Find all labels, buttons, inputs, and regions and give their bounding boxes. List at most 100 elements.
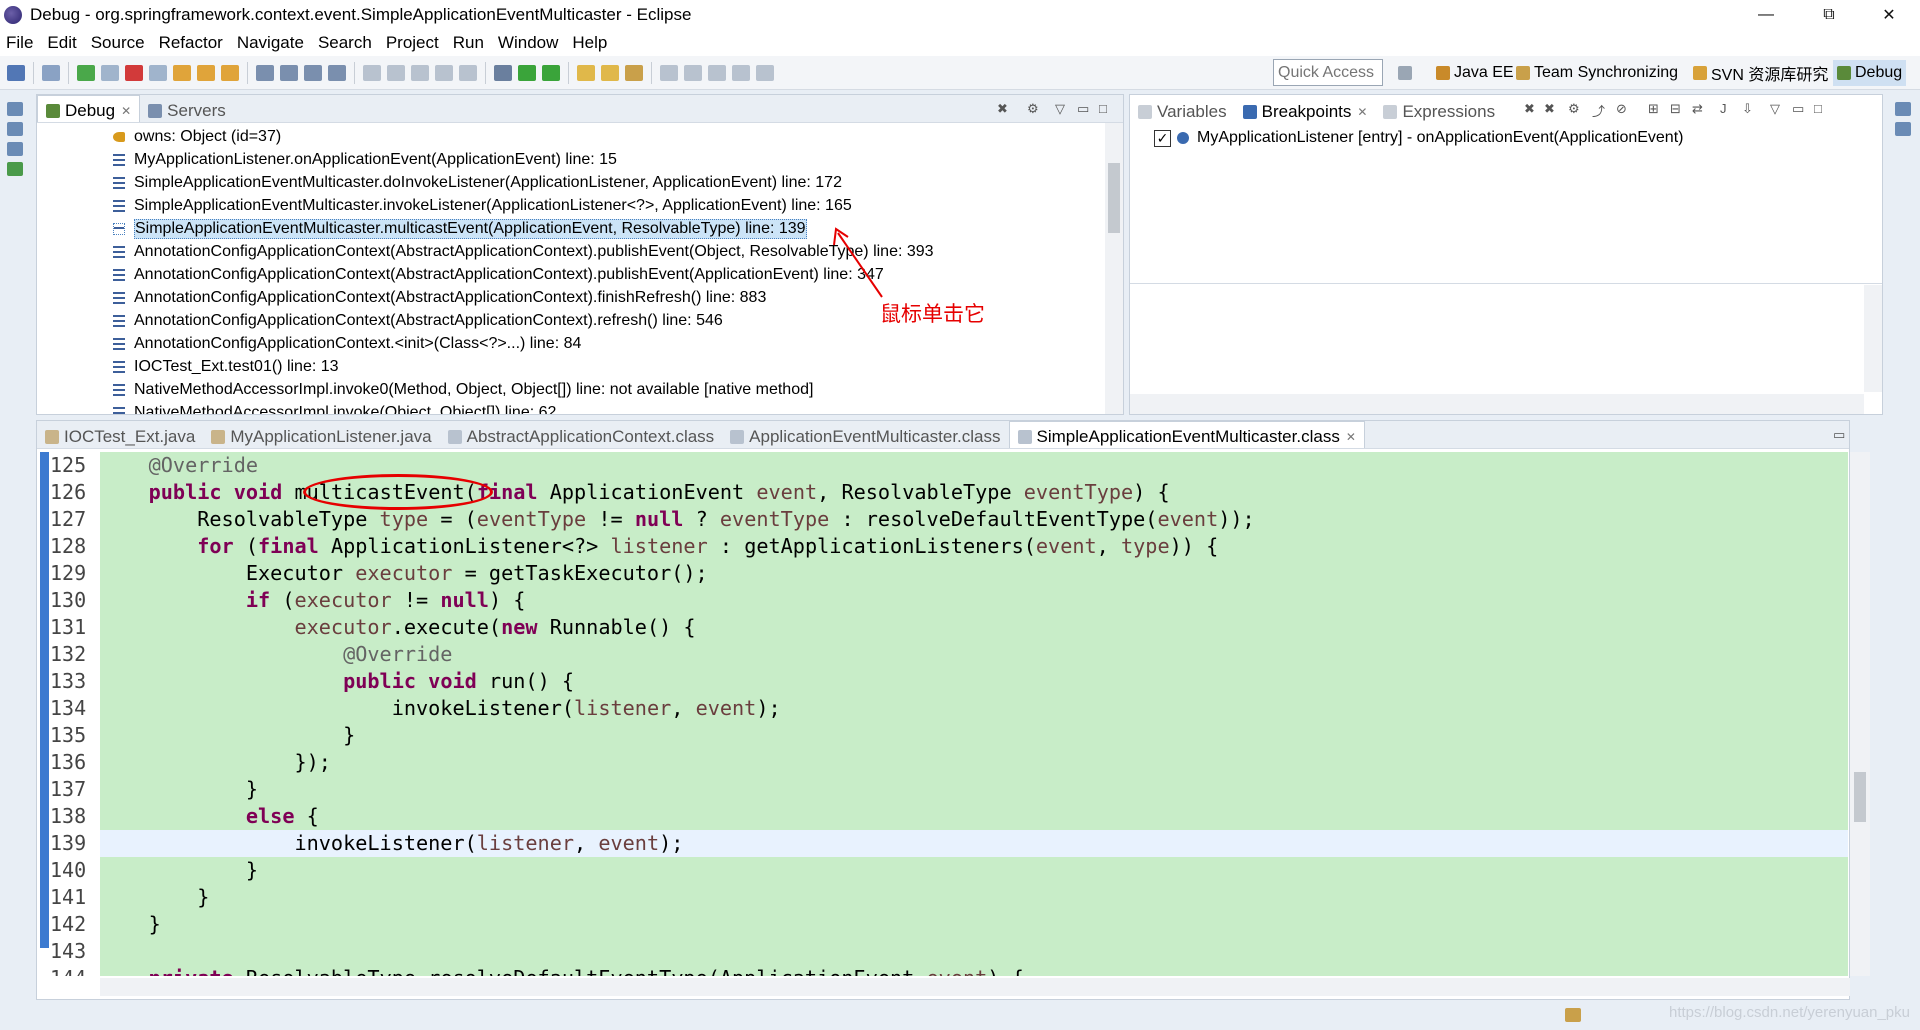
scrollbar-thumb[interactable] — [1854, 772, 1866, 822]
close-button[interactable]: ✕ — [1866, 0, 1912, 30]
toggle-icon[interactable] — [387, 64, 405, 81]
resume-icon[interactable] — [77, 64, 95, 81]
menu-refactor[interactable]: Refactor — [159, 33, 223, 53]
tab-application-event-multicaster[interactable]: ApplicationEventMulticaster.class — [722, 421, 1008, 448]
toggle-icon[interactable] — [459, 64, 477, 81]
open-task-icon[interactable] — [601, 64, 619, 81]
toggle-icon[interactable] — [411, 64, 429, 81]
step-return-icon[interactable] — [221, 64, 239, 81]
expand-all-icon[interactable]: ⊞ — [1648, 101, 1659, 117]
debug-vertical-scrollbar[interactable] — [1105, 123, 1123, 414]
java-exception-icon[interactable]: J — [1720, 101, 1727, 116]
details-vertical-scrollbar[interactable] — [1864, 285, 1882, 392]
remove-all-icon[interactable]: ✖ — [1544, 101, 1555, 117]
stack-frame[interactable]: SimpleApplicationEventMulticaster.doInvo… — [113, 171, 1099, 194]
debug-config-icon[interactable] — [494, 64, 512, 81]
breakpoint-item[interactable]: ✓ MyApplicationListener [entry] - onAppl… — [1154, 129, 1683, 147]
restore-icon[interactable] — [1895, 102, 1911, 116]
minimize-icon[interactable]: ▭ — [1792, 101, 1804, 117]
editor-horizontal-scrollbar[interactable] — [100, 978, 1850, 996]
menu-search[interactable]: Search — [318, 33, 372, 53]
close-icon[interactable]: ✕ — [121, 104, 131, 118]
menu-help[interactable]: Help — [572, 33, 607, 53]
tab-debug[interactable]: Debug ✕ — [37, 95, 141, 122]
tab-abstract-application-context[interactable]: AbstractApplicationContext.class — [440, 421, 723, 448]
link-icon[interactable]: ⇄ — [1692, 101, 1703, 117]
editor-vertical-scrollbar[interactable] — [1850, 452, 1870, 976]
suspend-icon[interactable] — [101, 64, 119, 81]
menu-run[interactable]: Run — [453, 33, 484, 53]
collapse-all-icon[interactable]: ⊟ — [1670, 101, 1681, 117]
scrollbar-thumb[interactable] — [1108, 163, 1120, 233]
next-annotation-icon[interactable] — [756, 64, 774, 81]
menu-project[interactable]: Project — [386, 33, 439, 53]
table-icon[interactable] — [7, 162, 23, 176]
console-icon[interactable] — [7, 122, 23, 136]
disconnect-icon[interactable] — [149, 64, 167, 81]
menu-source[interactable]: Source — [91, 33, 145, 53]
stack-frame[interactable]: IOCTest_Ext.test01() line: 13 — [113, 355, 1099, 378]
skip-all-icon[interactable]: ⊘ — [1616, 101, 1627, 117]
tab-my-application-listener[interactable]: MyApplicationListener.java — [203, 421, 439, 448]
stack-frame[interactable]: SimpleApplicationEventMulticaster.invoke… — [113, 194, 1099, 217]
stack-frame[interactable]: NativeMethodAccessorImpl.invoke0(Method,… — [113, 378, 1099, 401]
pin-icon[interactable] — [684, 64, 702, 81]
open-perspective-button[interactable] — [1398, 60, 1416, 86]
use-step-filters-icon[interactable] — [280, 64, 298, 81]
perspective-debug[interactable]: Debug — [1833, 60, 1907, 86]
code-editor[interactable]: 125 126 127 128 129 130 131 132 133 134 … — [40, 452, 1848, 976]
terminate-icon[interactable] — [125, 64, 143, 81]
status-icon[interactable] — [1565, 1008, 1581, 1022]
perspective-java-ee[interactable]: Java EE — [1436, 60, 1514, 86]
menu-navigate[interactable]: Navigate — [237, 33, 304, 53]
step-over-icon[interactable] — [197, 64, 215, 81]
remove-terminated-icon[interactable]: ✖ — [997, 101, 1008, 117]
details-horizontal-scrollbar[interactable] — [1130, 394, 1864, 414]
breakpoint-checkbox[interactable]: ✓ — [1154, 129, 1171, 147]
close-icon[interactable]: ✕ — [1346, 430, 1356, 444]
go-to-file-icon[interactable]: ⤴ — [1592, 101, 1605, 120]
tab-servers[interactable]: Servers — [140, 95, 234, 122]
run-external-icon[interactable] — [542, 64, 560, 81]
menu-file[interactable]: File — [6, 33, 33, 53]
new-icon[interactable] — [304, 64, 322, 81]
restore-icon[interactable] — [7, 102, 23, 116]
toggle-icon[interactable] — [435, 64, 453, 81]
toggle-icon[interactable] — [363, 64, 381, 81]
stack-frame[interactable]: AnnotationConfigApplicationContext(Abstr… — [113, 263, 1099, 286]
stack-frame-selected[interactable]: SimpleApplicationEventMulticaster.multic… — [113, 217, 1099, 240]
menu-edit[interactable]: Edit — [47, 33, 76, 53]
tasks-icon[interactable] — [7, 142, 23, 156]
minimize-button[interactable]: — — [1743, 0, 1789, 30]
quick-access-input[interactable] — [1273, 59, 1383, 86]
show-breakpoints-icon[interactable]: ⚙ — [1568, 101, 1580, 117]
maximize-icon[interactable]: □ — [1099, 101, 1107, 116]
tab-expressions[interactable]: Expressions — [1375, 96, 1503, 123]
perspective-team-sync[interactable]: Team Synchronizing — [1516, 60, 1678, 86]
remove-breakpoint-icon[interactable]: ✖ — [1524, 101, 1535, 117]
menu-window[interactable]: Window — [498, 33, 558, 53]
restore-button[interactable]: ⧉ — [1806, 0, 1852, 30]
forward-icon[interactable] — [732, 64, 750, 81]
drop-to-frame-icon[interactable] — [256, 64, 274, 81]
step-into-icon[interactable] — [173, 64, 191, 81]
stack-frame[interactable]: owns: Object (id=37) — [113, 125, 1099, 148]
open-type-icon[interactable] — [328, 64, 346, 81]
back-icon[interactable] — [708, 64, 726, 81]
run-icon[interactable] — [518, 64, 536, 81]
outline-icon[interactable] — [1895, 122, 1911, 136]
minimize-icon[interactable]: ▭ — [1833, 427, 1845, 443]
code-lines[interactable]: @Override public void multicastEvent(fin… — [100, 452, 1848, 976]
maximize-icon[interactable]: □ — [1814, 101, 1822, 116]
stack-frame[interactable]: NativeMethodAccessorImpl.invoke(Object, … — [113, 401, 1099, 414]
search-icon[interactable] — [625, 64, 643, 81]
save-icon[interactable] — [7, 64, 25, 81]
close-icon[interactable]: ✕ — [1357, 105, 1367, 119]
import-icon[interactable]: ⇩ — [1742, 101, 1753, 117]
view-menu-icon[interactable]: ▽ — [1055, 101, 1065, 117]
stack-frame[interactable]: AnnotationConfigApplicationContext.<init… — [113, 332, 1099, 355]
annotation-icon[interactable] — [660, 64, 678, 81]
collapse-icon[interactable]: ⚙ — [1027, 101, 1039, 117]
perspective-svn[interactable]: SVN 资源库研究 — [1693, 60, 1828, 86]
tab-variables[interactable]: Variables — [1130, 96, 1235, 123]
